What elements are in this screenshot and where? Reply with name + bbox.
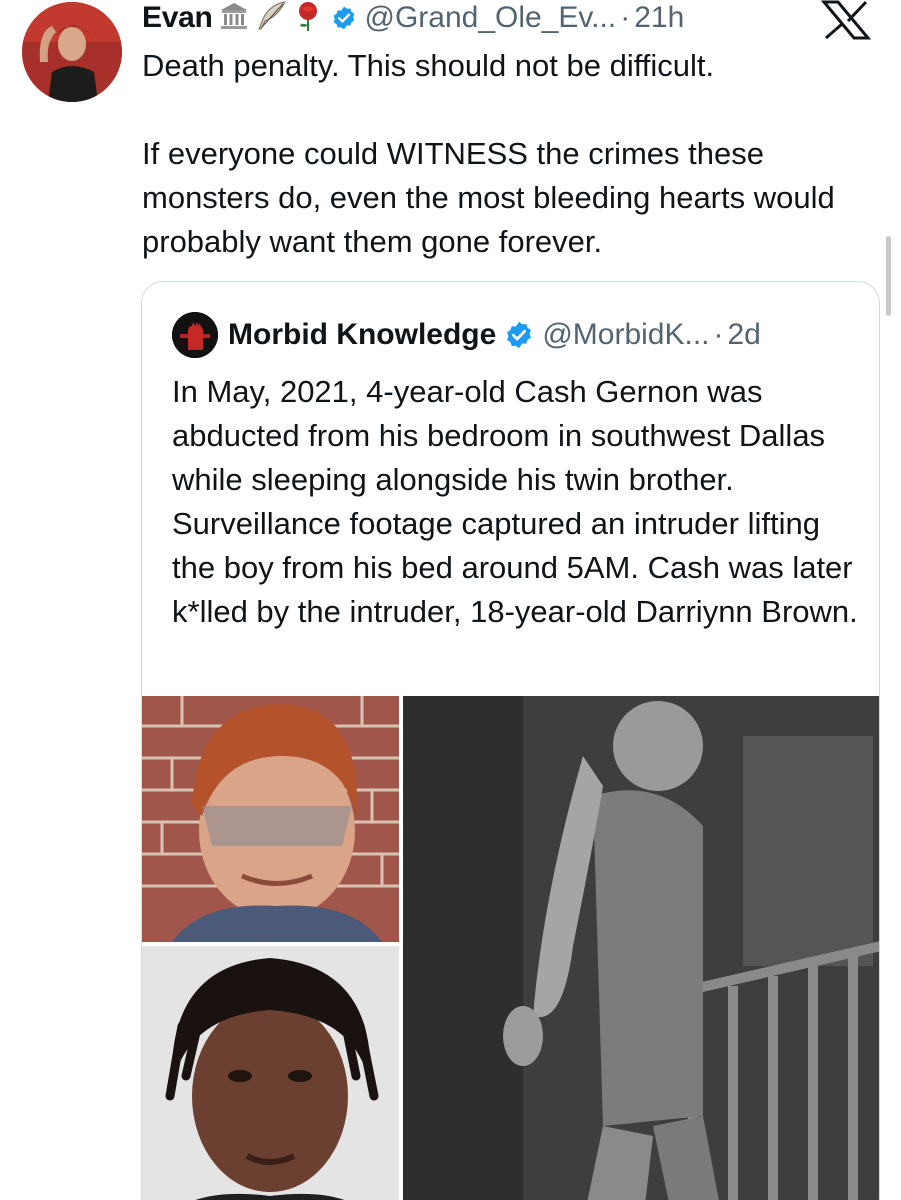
quoted-author-handle[interactable]: @MorbidK... xyxy=(542,318,709,352)
tweet-timestamp[interactable]: 21h xyxy=(634,1,684,35)
photo-mugshot[interactable] xyxy=(142,946,399,1200)
author-display-name[interactable]: Evan xyxy=(142,1,213,35)
quoted-author-display-name[interactable]: Morbid Knowledge xyxy=(228,318,496,352)
quoted-author-avatar[interactable] xyxy=(172,312,218,358)
verified-badge-icon xyxy=(333,6,354,30)
separator-dot: · xyxy=(620,1,631,34)
quoted-tweet-timestamp[interactable]: 2d xyxy=(728,318,761,352)
quoted-tweet-text: In May, 2021, 4-year-old Cash Gernon was… xyxy=(172,374,858,629)
quoted-tweet-card[interactable]: Morbid Knowledge @MorbidK... · 2d In May… xyxy=(141,281,880,1200)
tweet-text: Death penalty. This should not be diffic… xyxy=(142,44,862,264)
tweet-text-paragraph-1: Death penalty. This should not be diffic… xyxy=(142,48,715,83)
quoted-tweet-header: Morbid Knowledge @MorbidK... · 2d xyxy=(172,312,761,358)
author-avatar[interactable] xyxy=(22,2,122,102)
classical-building-icon xyxy=(219,1,249,36)
scrollbar-thumb[interactable] xyxy=(886,236,891,316)
quoted-tweet-media-grid xyxy=(142,696,879,1200)
separator-dot: · xyxy=(713,318,724,351)
verified-badge-icon xyxy=(507,321,532,349)
tweet-text-paragraph-2: If everyone could WITNESS the crimes the… xyxy=(142,136,835,259)
photo-child-brick-wall[interactable] xyxy=(142,696,399,942)
author-handle[interactable]: @Grand_Ole_Ev... xyxy=(365,1,617,35)
photo-surveillance-still[interactable] xyxy=(403,696,879,1200)
tweet-header: Evan @Grand_Ole_Ev... · 21h xyxy=(142,0,684,36)
rose-icon xyxy=(293,0,323,37)
feather-icon xyxy=(255,0,287,36)
x-logo-icon xyxy=(820,0,872,40)
